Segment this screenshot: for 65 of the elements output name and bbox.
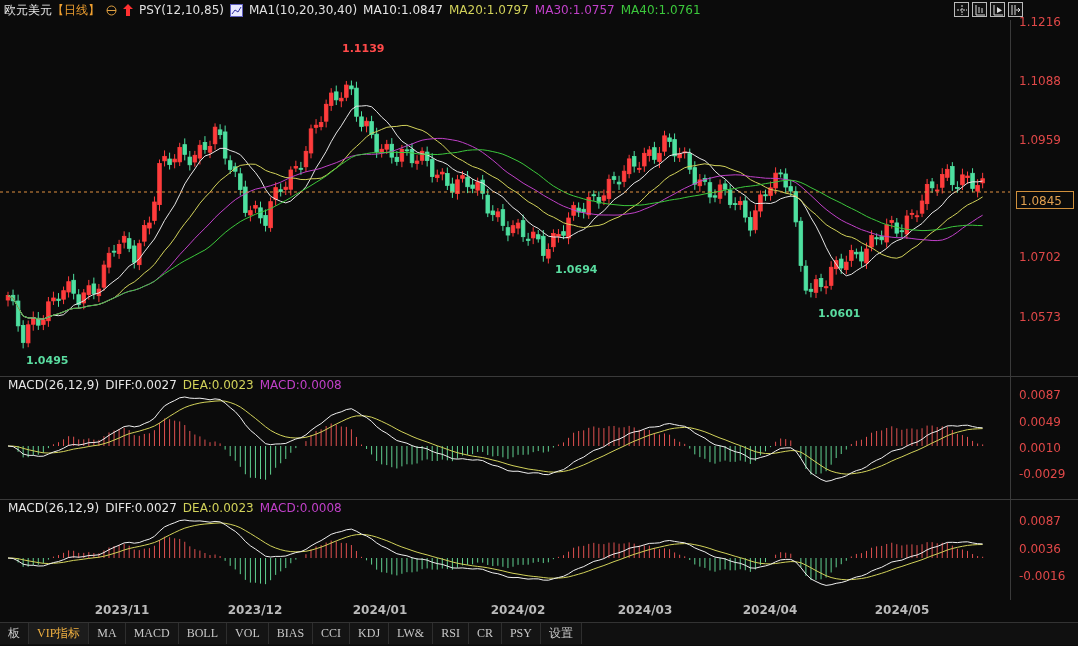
indicator-tab[interactable]: CCI	[313, 623, 351, 644]
symbol-title: 欧元美元	[4, 1, 52, 19]
indicator-tab[interactable]: VIP指标	[29, 623, 90, 644]
play-button[interactable]	[990, 2, 1005, 17]
indicator-tab[interactable]: RSI	[433, 623, 469, 644]
axis-label: 1.0702	[1019, 250, 1061, 264]
bar-chart-button[interactable]	[972, 2, 987, 17]
arrow-right-button[interactable]	[1008, 2, 1023, 17]
indicator-tab[interactable]: CR	[468, 623, 502, 644]
axis-label: 0.0087	[1019, 514, 1061, 528]
period-label: 【日线】	[52, 1, 100, 19]
ma-value: MA10:1.0847	[363, 3, 443, 17]
ma-value: MA30:1.0757	[534, 3, 615, 17]
crosshair-button[interactable]	[954, 2, 969, 17]
axis-label: 1.1216	[1019, 15, 1061, 29]
play-icon	[991, 3, 1004, 16]
indicator-tab[interactable]: MACD	[125, 623, 179, 644]
price-label: 1.0495	[26, 354, 69, 367]
indicator-tab[interactable]: PSY	[501, 623, 541, 644]
arrow-right-icon	[1009, 3, 1022, 16]
date-label: 2023/12	[227, 603, 283, 617]
macd-title: MACD(26,12,9)	[8, 378, 100, 392]
axis-label: 0.0036	[1019, 542, 1061, 556]
dea-value: DEA:0.0023	[182, 501, 254, 515]
diff-value: DIFF:0.0027	[105, 501, 177, 515]
axis-label: 1.0959	[1019, 133, 1061, 147]
indicator-tab[interactable]: KDJ	[350, 623, 390, 644]
macd-value: MACD:0.0008	[259, 501, 342, 515]
axis-label: 0.0087	[1019, 388, 1061, 402]
macd-value: MACD:0.0008	[259, 378, 342, 392]
line-chart-icon	[230, 3, 243, 17]
ma-value: MA20:1.0797	[448, 3, 529, 17]
price-label: 1.1139	[342, 42, 385, 55]
date-label: 2024/03	[617, 603, 673, 617]
current-price-label: 1.0845	[1016, 191, 1074, 209]
indicator-tab[interactable]: MA	[89, 623, 126, 644]
indicator-label: PSY(12,10,85)	[139, 3, 224, 17]
axis-label: -0.0016	[1019, 569, 1066, 583]
indicator-tab[interactable]: 板	[0, 623, 29, 644]
date-label: 2024/01	[352, 603, 408, 617]
date-label: 2024/04	[742, 603, 798, 617]
circle-icon	[106, 4, 117, 16]
macd-title: MACD(26,12,9)	[8, 501, 100, 515]
price-label: 1.0601	[818, 307, 861, 320]
arrow-up-icon	[123, 4, 133, 16]
price-label: 1.0694	[555, 263, 598, 276]
date-label: 2023/11	[94, 603, 150, 617]
dea-value: DEA:0.0023	[182, 378, 254, 392]
date-label: 2024/02	[490, 603, 546, 617]
diff-value: DIFF:0.0027	[105, 378, 177, 392]
date-label: 2024/05	[874, 603, 930, 617]
bar-chart-icon	[973, 3, 986, 16]
indicator-tab[interactable]: BIAS	[268, 623, 314, 644]
indicator-tab[interactable]: 设置	[540, 623, 582, 644]
indicator-tab[interactable]: BOLL	[178, 623, 228, 644]
axis-label: 1.1088	[1019, 74, 1061, 88]
axis-label: 1.0573	[1019, 310, 1061, 324]
indicator-tab[interactable]: VOL	[227, 623, 269, 644]
indicator-tab[interactable]: LW&	[389, 623, 434, 644]
axis-label: -0.0029	[1019, 467, 1066, 481]
crosshair-icon	[955, 3, 968, 16]
indicator-label: MA1(10,20,30,40)	[249, 3, 358, 17]
axis-label: 0.0049	[1019, 415, 1061, 429]
axis-label: 0.0010	[1019, 441, 1061, 455]
ma-value: MA40:1.0761	[620, 3, 701, 17]
